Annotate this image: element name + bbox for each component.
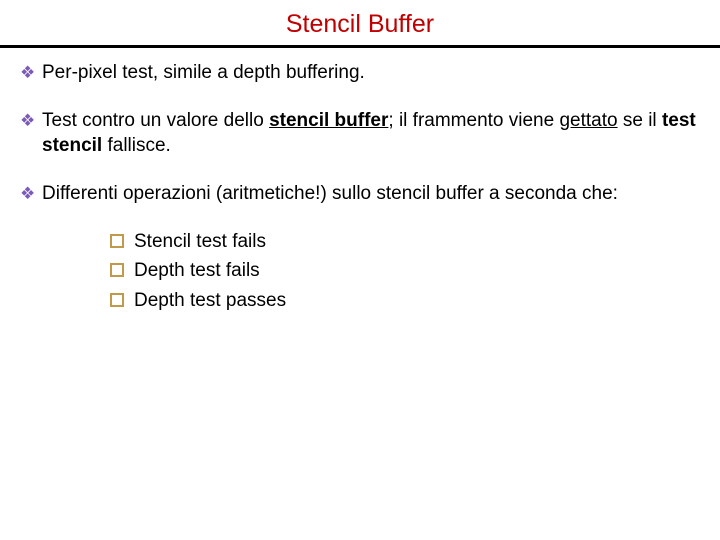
text-run: Test contro un valore dello <box>42 110 269 131</box>
sub-item-text: Stencil test fails <box>134 229 266 255</box>
sub-item-text: Depth test passes <box>134 288 286 314</box>
bullet-text: Test contro un valore dello stencil buff… <box>42 108 700 159</box>
text-run: se il <box>618 110 662 131</box>
text-run-emph: gettato <box>559 110 617 131</box>
sub-list-item: Depth test fails <box>110 258 700 284</box>
slide-title: Stencil Buffer <box>286 10 434 38</box>
bullet-text: Differenti operazioni (aritmetiche!) sul… <box>42 181 700 207</box>
diamond-bullet-icon: ❖ <box>20 182 36 206</box>
bullet-item: ❖ Per-pixel test, simile a depth bufferi… <box>20 60 700 86</box>
sub-list-item: Stencil test fails <box>110 229 700 255</box>
text-run: ; il frammento viene <box>388 110 559 131</box>
square-bullet-icon <box>110 263 124 277</box>
diamond-bullet-icon: ❖ <box>20 109 36 133</box>
diamond-bullet-icon: ❖ <box>20 61 36 85</box>
sub-list: Stencil test fails Depth test fails Dept… <box>110 229 700 314</box>
square-bullet-icon <box>110 234 124 248</box>
text-run: fallisce. <box>102 135 171 156</box>
bullet-item: ❖ Differenti operazioni (aritmetiche!) s… <box>20 181 700 207</box>
sub-item-text: Depth test fails <box>134 258 260 284</box>
text-run-emph: stencil buffer <box>269 110 388 131</box>
slide: Stencil Buffer ❖ Per-pixel test, simile … <box>0 0 720 540</box>
slide-content: ❖ Per-pixel test, simile a depth bufferi… <box>0 48 720 313</box>
bullet-text: Per-pixel test, simile a depth buffering… <box>42 60 700 86</box>
bullet-item: ❖ Test contro un valore dello stencil bu… <box>20 108 700 159</box>
square-bullet-icon <box>110 293 124 307</box>
sub-list-item: Depth test passes <box>110 288 700 314</box>
title-area: Stencil Buffer <box>0 0 720 45</box>
